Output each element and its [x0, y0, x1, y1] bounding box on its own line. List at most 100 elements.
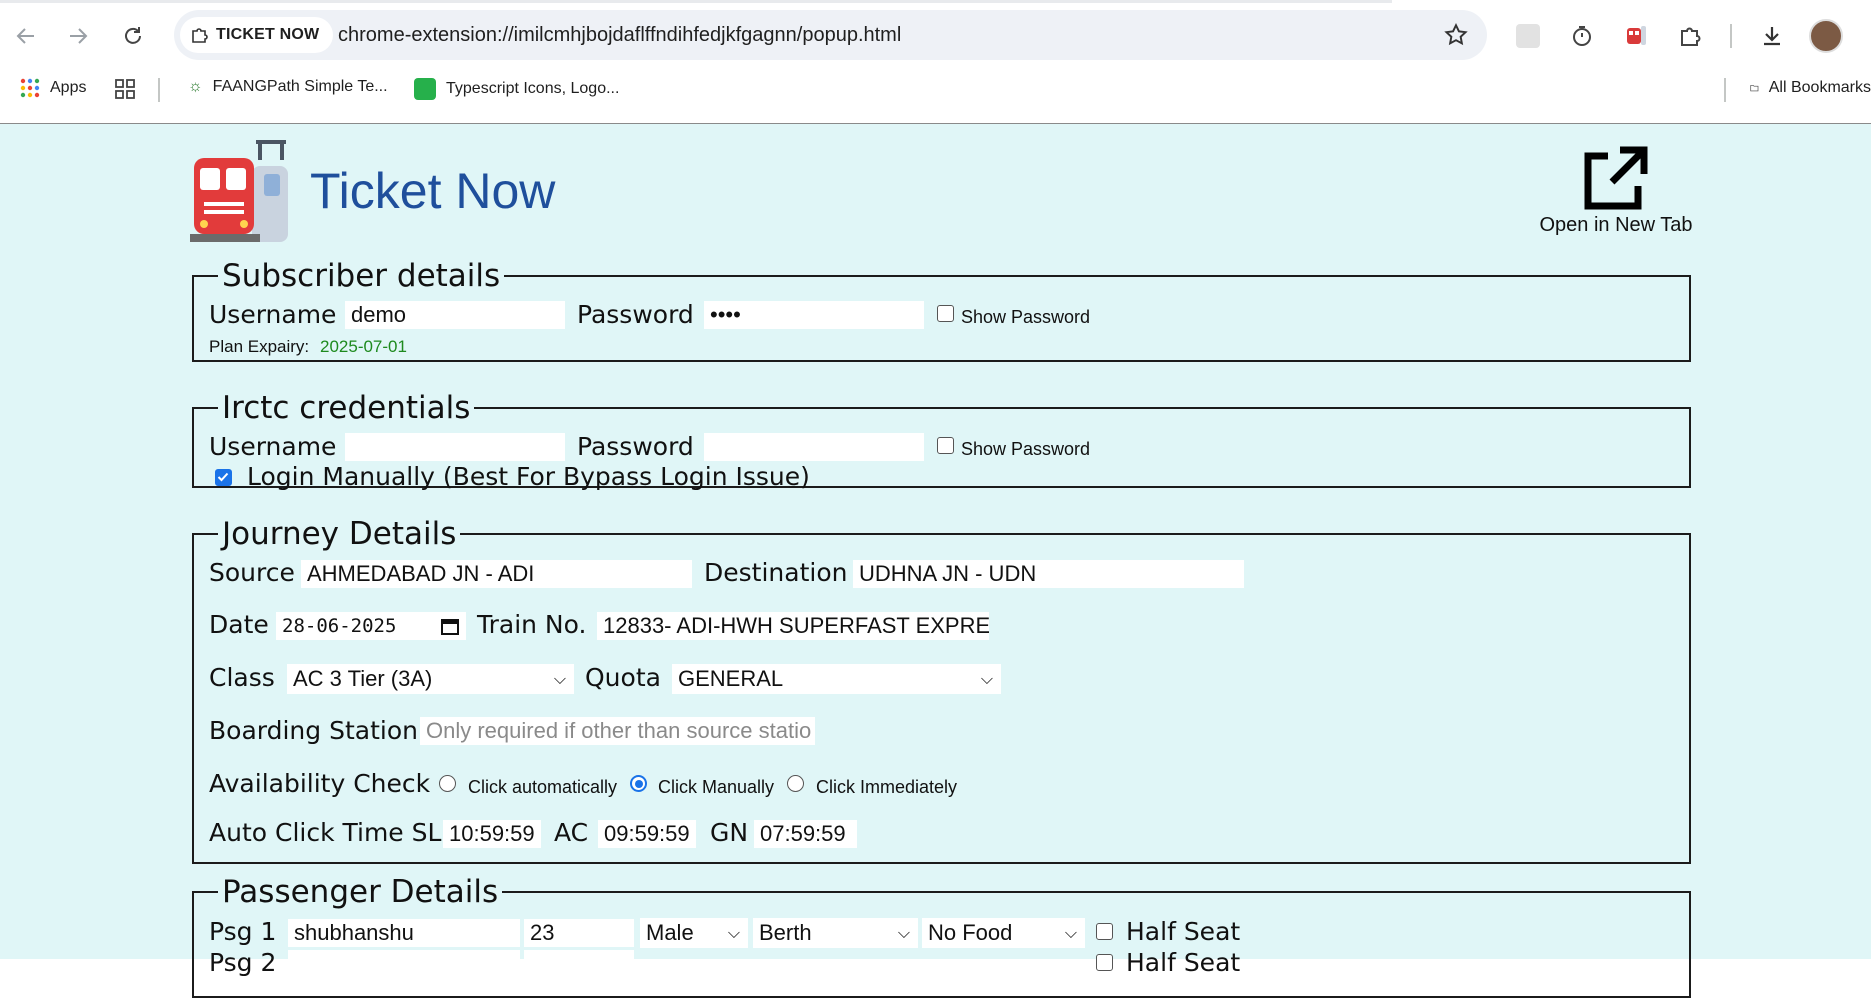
- food-selected-value: No Food: [928, 920, 1013, 945]
- typescript-logo-icon: [414, 78, 436, 100]
- irctc-show-password-label: Show Password: [961, 439, 1091, 459]
- destination-input[interactable]: UDHNA JN - UDN: [853, 560, 1244, 588]
- passenger-name-input[interactable]: [288, 950, 520, 978]
- back-arrow-icon: [16, 28, 34, 44]
- bookmark-label: Apps: [50, 79, 87, 96]
- forward-button[interactable]: [60, 18, 96, 54]
- reload-button[interactable]: [115, 18, 151, 54]
- ac-time-input[interactable]: 09:59:59: [598, 820, 696, 848]
- train-no-label: Train No.: [477, 610, 587, 639]
- passenger-food-select[interactable]: No Food ⌵: [922, 918, 1085, 948]
- journey-legend: Journey Details: [222, 516, 457, 552]
- login-manually-label: Login Manually (Best For Bypass Login Is…: [247, 462, 810, 491]
- tab-strip-edge: [0, 0, 1392, 3]
- irctc-username-input[interactable]: [345, 433, 565, 461]
- date-value: 28-06-2025: [282, 615, 397, 637]
- quota-selected-value: GENERAL: [678, 666, 784, 691]
- bookmark-faangpath[interactable]: ☼ FAANGPath Simple Te...: [188, 78, 388, 96]
- class-label: Class: [209, 663, 275, 692]
- half-seat-checkbox[interactable]: [1096, 923, 1113, 940]
- subscriber-password-label: Password: [577, 300, 694, 329]
- bookmark-typescript-icons[interactable]: Typescript Icons, Logo...: [414, 78, 619, 100]
- ac-time-label: AC: [554, 818, 589, 847]
- checkmark-icon: [217, 472, 229, 482]
- auto-click-time-sl-label: Auto Click Time SL: [209, 818, 442, 847]
- url-text: chrome-extension://imilcmhjbojdaflffndih…: [338, 24, 902, 46]
- site-info-chip[interactable]: TICKET NOW: [180, 17, 334, 53]
- site-chip-label: TICKET NOW: [216, 26, 320, 43]
- download-icon[interactable]: [1754, 18, 1790, 54]
- browser-toolbar: TICKET NOW chrome-extension://imilcmhjbo…: [0, 0, 1871, 123]
- bookmark-star-icon[interactable]: [1443, 22, 1469, 53]
- subscriber-show-password-checkbox[interactable]: [937, 305, 954, 322]
- extension-ghost-icon[interactable]: [1510, 18, 1546, 54]
- sl-time-input[interactable]: 10:59:59: [443, 820, 541, 848]
- gn-time-label: GN: [710, 818, 749, 847]
- external-link-icon: [1584, 146, 1648, 210]
- class-select[interactable]: AC 3 Tier (3A) ⌵: [287, 664, 574, 694]
- page-title: Ticket Now: [310, 163, 556, 219]
- calendar-icon[interactable]: [440, 616, 460, 636]
- chevron-down-icon: ⌵: [553, 671, 566, 688]
- irctc-password-input[interactable]: [704, 433, 924, 461]
- berth-selected-value: Berth: [759, 920, 812, 945]
- login-manually-checkbox[interactable]: [215, 469, 232, 486]
- click-immediately-radio[interactable]: [787, 775, 804, 792]
- boarding-station-input[interactable]: Only required if other than source stati…: [420, 717, 815, 745]
- destination-label: Destination: [704, 558, 848, 587]
- gender-selected-value: Male: [646, 920, 694, 945]
- bookmark-label: FAANGPath Simple Te...: [212, 78, 388, 95]
- subscriber-show-password-label: Show Password: [961, 307, 1091, 327]
- date-input[interactable]: 28-06-2025: [276, 612, 466, 640]
- gn-time-input[interactable]: 07:59:59: [754, 820, 857, 848]
- open-new-tab-label: Open in New Tab: [1539, 214, 1693, 236]
- irctc-show-password-checkbox[interactable]: [937, 437, 954, 454]
- subscriber-legend: Subscriber details: [222, 258, 501, 294]
- train-no-input[interactable]: 12833- ADI-HWH SUPERFAST EXPRE: [597, 612, 989, 640]
- profile-avatar[interactable]: [1808, 18, 1844, 54]
- half-seat-label: Half Seat: [1126, 917, 1241, 946]
- click-manually-radio[interactable]: [630, 775, 647, 792]
- train-logo-icon: [190, 138, 298, 249]
- click-automatically-radio[interactable]: [439, 775, 456, 792]
- passenger-berth-select[interactable]: Berth ⌵: [753, 918, 918, 948]
- passenger-row-label: Psg 1: [209, 917, 277, 946]
- timer-icon[interactable]: [1564, 18, 1600, 54]
- train-extension-icon[interactable]: [1618, 18, 1654, 54]
- forward-arrow-icon: [70, 28, 88, 44]
- half-seat-checkbox[interactable]: [1096, 954, 1113, 971]
- passenger-legend: Passenger Details: [222, 874, 499, 910]
- folder-icon: [1750, 85, 1759, 92]
- address-bar[interactable]: TICKET NOW chrome-extension://imilcmhjbo…: [174, 10, 1487, 60]
- back-button[interactable]: [8, 18, 44, 54]
- all-bookmarks[interactable]: All Bookmarks: [1750, 78, 1871, 98]
- half-seat-label: Half Seat: [1126, 948, 1241, 977]
- click-automatically-label: Click automatically: [468, 777, 618, 797]
- quota-label: Quota: [585, 663, 661, 692]
- extension-puzzle-icon: [192, 28, 208, 43]
- quota-select[interactable]: GENERAL ⌵: [672, 664, 1001, 694]
- chevron-down-icon: ⌵: [897, 925, 910, 942]
- class-selected-value: AC 3 Tier (3A): [293, 666, 433, 691]
- reload-icon: [125, 27, 141, 44]
- tab-groups-icon[interactable]: [114, 78, 136, 100]
- passenger-gender-select[interactable]: Male ⌵: [640, 918, 748, 948]
- apps-grid-icon: [20, 78, 40, 98]
- subscriber-username-input[interactable]: demo: [345, 301, 565, 329]
- passenger-age-input[interactable]: 23: [524, 919, 634, 947]
- irctc-password-label: Password: [577, 432, 694, 461]
- open-new-tab-button[interactable]: Open in New Tab: [1536, 142, 1696, 237]
- irctc-username-label: Username: [209, 432, 337, 461]
- bookmarks-divider: [1724, 78, 1726, 102]
- bookmarks-divider: [158, 78, 160, 102]
- passenger-name-input[interactable]: shubhanshu: [288, 919, 520, 947]
- bookmark-apps[interactable]: Apps: [20, 78, 86, 98]
- click-immediately-label: Click Immediately: [816, 777, 958, 797]
- availability-check-label: Availability Check: [209, 769, 431, 798]
- passenger-row-label: Psg 2: [209, 948, 277, 977]
- passenger-age-input[interactable]: [524, 950, 634, 978]
- plan-expiry-label: Plan Expairy:: [209, 337, 310, 356]
- subscriber-password-input[interactable]: ••••: [704, 301, 924, 329]
- source-input[interactable]: AHMEDABAD JN - ADI: [301, 560, 692, 588]
- extensions-puzzle-icon[interactable]: [1672, 18, 1708, 54]
